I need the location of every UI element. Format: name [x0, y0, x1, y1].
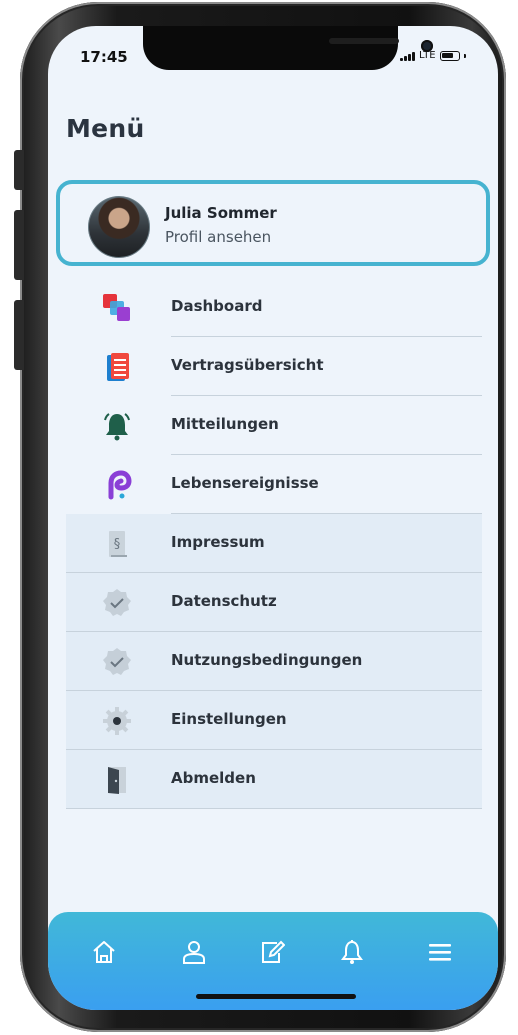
menu-item-settings[interactable]: Einstellungen — [66, 691, 482, 750]
status-time: 17:45 — [80, 48, 128, 66]
status-indicators: LTE — [400, 50, 466, 61]
privacy-check-icon — [103, 589, 131, 616]
menu-item-label: Lebensereignisse — [171, 474, 319, 492]
menu-item-label: Datenschutz — [171, 592, 277, 610]
tab-documents[interactable] — [252, 932, 292, 972]
edit-document-icon — [262, 940, 285, 963]
battery-icon — [439, 50, 460, 61]
menu-item-label: Einstellungen — [171, 710, 287, 728]
menu-item-label: Abmelden — [171, 769, 256, 787]
home-indicator[interactable] — [196, 994, 356, 999]
speaker-grille — [329, 38, 399, 44]
menu-item-notifications[interactable]: Mitteilungen — [66, 396, 482, 455]
battery-cap — [463, 53, 466, 58]
menu-item-label: Vertragsübersicht — [171, 356, 324, 374]
tab-profile[interactable] — [174, 932, 214, 972]
home-icon — [93, 941, 115, 963]
menu-item-logout[interactable]: Abmelden — [66, 750, 482, 809]
network-type: LTE — [419, 50, 436, 61]
signal-strength-icon — [400, 51, 415, 61]
tab-notifications[interactable] — [332, 932, 372, 972]
divider — [66, 808, 482, 809]
menu-item-label: Nutzungsbedingungen — [171, 651, 363, 669]
menu-item-life-events[interactable]: Lebensereignisse — [66, 455, 482, 514]
menu-item-label: Dashboard — [171, 297, 263, 315]
menu-list: Dashboard Vertragsübersicht Mitteilungen… — [66, 278, 482, 809]
logout-door-icon — [108, 767, 126, 794]
menu-item-label: Mitteilungen — [171, 415, 279, 433]
menu-item-dashboard[interactable]: Dashboard — [66, 278, 482, 337]
menu-item-imprint[interactable]: § Impressum — [66, 514, 482, 573]
settings-gear-icon — [103, 707, 131, 735]
notch — [143, 26, 433, 70]
menu-item-label: Impressum — [171, 533, 265, 551]
menu-item-privacy[interactable]: Datenschutz — [66, 573, 482, 632]
page-title: Menü — [66, 114, 145, 143]
terms-check-icon — [103, 648, 131, 675]
contract-icon — [107, 353, 129, 381]
svg-text:§: § — [114, 537, 121, 552]
menu-item-contracts[interactable]: Vertragsübersicht — [66, 337, 482, 396]
profile-icon — [183, 941, 205, 964]
tab-menu[interactable] — [420, 932, 460, 972]
profile-name: Julia Sommer — [165, 204, 277, 222]
bell-icon — [104, 413, 130, 441]
profile-card[interactable] — [56, 180, 490, 266]
life-events-icon — [108, 470, 132, 500]
volume-down-button — [14, 300, 24, 370]
tab-home[interactable] — [84, 932, 124, 972]
menu-item-terms[interactable]: Nutzungsbedingungen — [66, 632, 482, 691]
notification-bell-icon — [341, 940, 363, 964]
avatar — [88, 196, 150, 258]
profile-link[interactable]: Profil ansehen — [165, 228, 271, 246]
menu-icon — [429, 944, 451, 961]
legal-notice-icon: § — [109, 531, 127, 557]
dashboard-icon — [103, 294, 130, 321]
mute-switch — [14, 150, 24, 190]
phone-screen: 17:45 LTE Menü Julia Sommer Profil anseh… — [48, 26, 498, 1010]
volume-up-button — [14, 210, 24, 280]
